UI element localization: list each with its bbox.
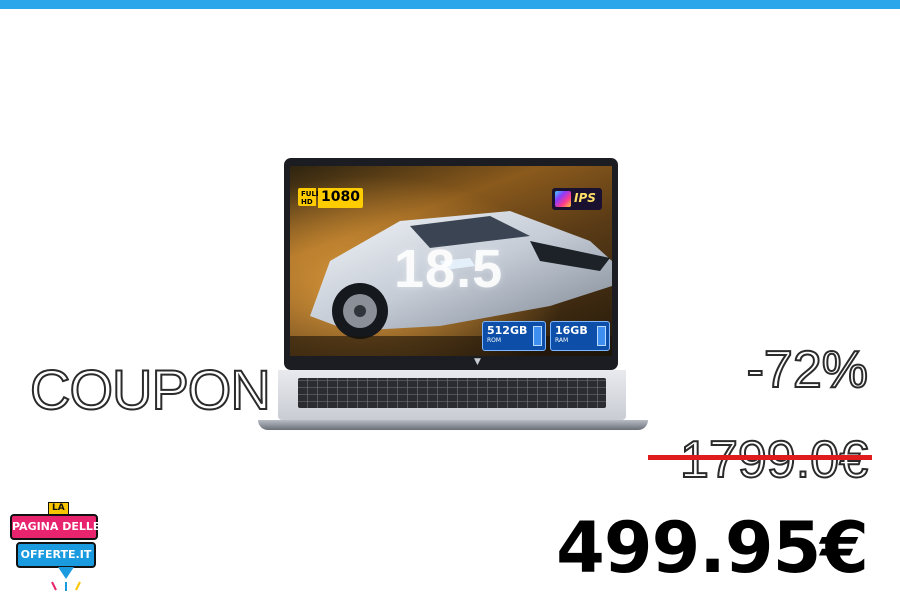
old-price-strikethrough	[648, 455, 872, 460]
speech-bubble-tail-icon	[58, 567, 74, 579]
keyboard	[298, 378, 606, 408]
coupon-label: COUPON	[29, 357, 272, 422]
brand-logo: LA PAGINA DELLE OFFERTE.IT	[8, 502, 100, 594]
chip-icon	[597, 326, 606, 346]
discount-label: -72%	[746, 340, 869, 400]
ram-spec-badge: 16GB RAM	[550, 321, 610, 351]
laptop-deck	[278, 370, 626, 420]
ips-badge: IPS	[552, 188, 602, 210]
laptop-lid: FULL HD 1080 IPS 18.5 512GB ROM 16GB RAM…	[284, 158, 618, 370]
ips-label: IPS	[574, 191, 596, 205]
storage-spec-badge: 512GB ROM	[482, 321, 546, 351]
ips-logo-icon	[555, 191, 571, 207]
sparkle-icon	[51, 581, 81, 591]
brand-logo-line1: PAGINA DELLE	[10, 514, 100, 540]
brand-logo-line2: OFFERTE.IT	[16, 542, 96, 568]
full-hd-badge: FULL HD	[298, 188, 320, 206]
chip-icon	[533, 326, 542, 346]
laptop-base	[258, 420, 648, 430]
old-price: 1799.0€	[679, 430, 869, 490]
top-accent-bar	[0, 0, 900, 9]
laptop-screen: FULL HD 1080 IPS 18.5 512GB ROM 16GB RAM	[290, 166, 612, 356]
product-image-laptop: FULL HD 1080 IPS 18.5 512GB ROM 16GB RAM…	[250, 155, 650, 440]
resolution-badge: 1080	[318, 188, 363, 208]
laptop-brand-logo-icon: ▼	[474, 357, 481, 367]
screen-size-label: 18.5	[394, 239, 504, 299]
new-price: 499.95€	[556, 507, 869, 589]
